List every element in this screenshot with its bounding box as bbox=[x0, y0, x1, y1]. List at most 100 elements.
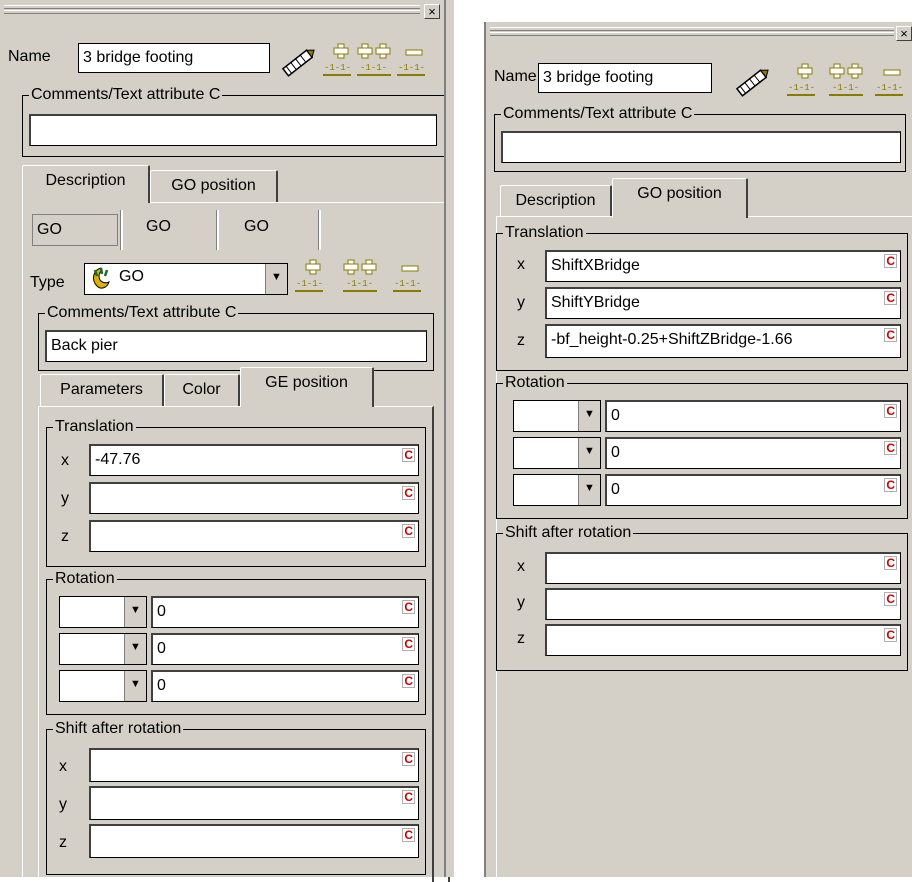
name-input[interactable]: 3 bridge footing bbox=[78, 43, 270, 73]
title-grip bbox=[490, 27, 894, 31]
tab-description[interactable]: Description bbox=[500, 185, 612, 217]
chevron-down-icon[interactable]: ▼ bbox=[265, 264, 287, 294]
go-button-3[interactable]: GO bbox=[244, 218, 269, 236]
rotation-axis-select-2[interactable]: ▼ bbox=[513, 437, 601, 469]
add-item-icon[interactable]: -1-1- bbox=[294, 258, 324, 294]
name-label: Name bbox=[8, 48, 51, 65]
rotation-axis-select-1[interactable]: ▼ bbox=[513, 400, 601, 432]
rotation-axis-select-3[interactable]: ▼ bbox=[513, 474, 601, 506]
tab-label: Color bbox=[182, 381, 221, 398]
rotation-axis-select-2[interactable]: ▼ bbox=[59, 633, 147, 665]
field-value: 0 bbox=[611, 481, 620, 498]
formula-icon[interactable]: C bbox=[402, 828, 415, 842]
formula-icon[interactable]: C bbox=[402, 637, 415, 651]
type-select[interactable]: GO ▼ bbox=[84, 263, 288, 295]
formula-icon[interactable]: C bbox=[884, 441, 897, 455]
chevron-down-icon[interactable]: ▼ bbox=[578, 475, 600, 505]
name-input[interactable]: 3 bridge footing bbox=[538, 63, 712, 93]
close-button[interactable]: × bbox=[896, 26, 912, 41]
remove-item-icon[interactable]: -1-1- bbox=[396, 42, 426, 78]
axis-z-label: z bbox=[59, 834, 67, 851]
add-item-icon[interactable]: -1-1- bbox=[322, 42, 352, 78]
remove-item-icon[interactable]: -1-1- bbox=[392, 258, 422, 294]
tab-ge-position[interactable]: GE position bbox=[240, 367, 374, 407]
tab-parameters[interactable]: Parameters bbox=[40, 374, 164, 406]
formula-icon[interactable]: C bbox=[402, 752, 415, 766]
translation-group: Translation x ShiftXBridge C y ShiftYBrid… bbox=[496, 223, 908, 371]
add-item-icon[interactable]: -1-1- bbox=[786, 62, 816, 98]
pencil-icon[interactable] bbox=[276, 44, 320, 80]
tab-go-position[interactable]: GO position bbox=[150, 170, 278, 203]
formula-icon[interactable]: C bbox=[402, 524, 415, 538]
comments2-input[interactable]: Back pier bbox=[45, 330, 427, 362]
formula-icon[interactable]: C bbox=[884, 628, 897, 642]
formula-icon[interactable]: C bbox=[402, 790, 415, 804]
svg-text:-1-1-: -1-1- bbox=[788, 83, 815, 93]
pencil-icon[interactable] bbox=[730, 64, 774, 100]
chevron-down-icon[interactable]: ▼ bbox=[124, 597, 146, 627]
shift-z-input[interactable]: C bbox=[89, 824, 419, 858]
tab-description[interactable]: Description bbox=[22, 165, 150, 203]
shift-x-input[interactable]: C bbox=[545, 552, 901, 584]
formula-icon[interactable]: C bbox=[884, 404, 897, 418]
close-button[interactable]: × bbox=[424, 4, 440, 19]
chevron-down-icon[interactable]: ▼ bbox=[124, 634, 146, 664]
remove-item-icon[interactable]: -1-1- bbox=[874, 62, 904, 98]
rotation-3-input[interactable]: 0C bbox=[151, 670, 419, 702]
svg-text:-1-1-: -1-1- bbox=[346, 279, 373, 289]
formula-icon[interactable]: C bbox=[402, 600, 415, 614]
translation-title: Translation bbox=[503, 223, 586, 243]
translation-y-input[interactable]: ShiftYBridge C bbox=[545, 287, 901, 319]
translation-y-input[interactable]: C bbox=[89, 482, 419, 514]
axis-z-label: z bbox=[517, 630, 525, 647]
go-button-2[interactable]: GO bbox=[146, 218, 171, 236]
formula-icon[interactable]: C bbox=[884, 592, 897, 606]
go-button-1[interactable]: GO bbox=[32, 214, 118, 246]
rotation-group: Rotation ▼ 0C ▼ 0C ▼ 0C bbox=[496, 373, 908, 519]
translation-x-input[interactable]: -47.76 C bbox=[89, 444, 419, 476]
rotation-axis-select-3[interactable]: ▼ bbox=[59, 670, 147, 702]
rotation-3-input[interactable]: 0C bbox=[605, 474, 901, 506]
rotation-1-input[interactable]: 0C bbox=[151, 596, 419, 628]
shift-y-input[interactable]: C bbox=[545, 588, 901, 620]
formula-icon[interactable]: C bbox=[884, 556, 897, 570]
comments-input[interactable] bbox=[29, 114, 437, 146]
svg-text:-1-1-: -1-1- bbox=[296, 279, 323, 289]
add-items-icon[interactable]: -1-1- bbox=[828, 62, 864, 98]
name-label: Name bbox=[494, 68, 537, 85]
formula-icon[interactable]: C bbox=[884, 254, 897, 268]
chevron-down-icon[interactable]: ▼ bbox=[124, 671, 146, 701]
tab-color[interactable]: Color bbox=[164, 374, 240, 406]
rotation-2-input[interactable]: 0C bbox=[151, 633, 419, 665]
rotation-axis-select-1[interactable]: ▼ bbox=[59, 596, 147, 628]
formula-icon[interactable]: C bbox=[402, 486, 415, 500]
formula-icon[interactable]: C bbox=[884, 291, 897, 305]
translation-z-input[interactable]: -bf_height-0.25+ShiftZBridge-1.66 C bbox=[545, 324, 901, 358]
comments-input[interactable] bbox=[501, 131, 901, 163]
right-titlebar[interactable]: × bbox=[486, 22, 912, 42]
shift-y-input[interactable]: C bbox=[89, 786, 419, 820]
translation-x-input[interactable]: ShiftXBridge C bbox=[545, 250, 901, 282]
axis-x-label: x bbox=[61, 452, 69, 469]
chevron-down-icon[interactable]: ▼ bbox=[578, 438, 600, 468]
shift-x-input[interactable]: C bbox=[89, 748, 419, 782]
rotation-2-input[interactable]: 0C bbox=[605, 437, 901, 469]
field-value: 0 bbox=[611, 444, 620, 461]
formula-icon[interactable]: C bbox=[402, 674, 415, 688]
left-titlebar[interactable]: × bbox=[0, 0, 444, 22]
comments-group: Comments/Text attribute C bbox=[22, 85, 448, 157]
svg-text:-1-1-: -1-1- bbox=[398, 63, 425, 73]
add-items-icon[interactable]: -1-1- bbox=[342, 258, 378, 294]
tab-go-position[interactable]: GO position bbox=[612, 178, 748, 218]
tab-label: Description bbox=[515, 192, 596, 209]
chevron-down-icon[interactable]: ▼ bbox=[578, 401, 600, 431]
formula-icon[interactable]: C bbox=[884, 478, 897, 492]
formula-icon[interactable]: C bbox=[402, 448, 415, 462]
rotation-1-input[interactable]: 0C bbox=[605, 400, 901, 432]
translation-z-input[interactable]: C bbox=[89, 520, 419, 552]
shift-z-input[interactable]: C bbox=[545, 624, 901, 656]
field-value: ShiftYBridge bbox=[551, 294, 640, 311]
axis-z-label: z bbox=[517, 332, 525, 349]
add-items-icon[interactable]: -1-1- bbox=[356, 42, 392, 78]
formula-icon[interactable]: C bbox=[884, 328, 897, 342]
